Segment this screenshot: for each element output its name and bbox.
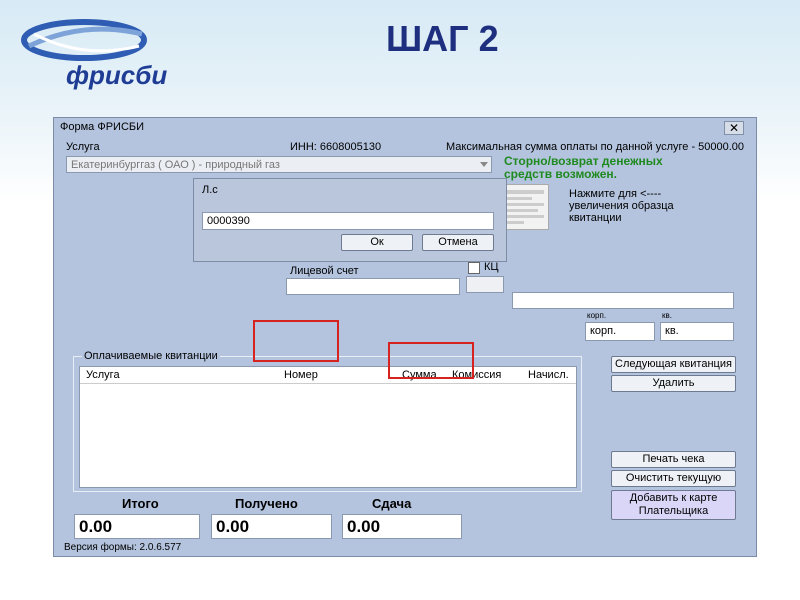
close-icon[interactable]: ✕ [724, 121, 744, 135]
service-value: Екатеринбурггаз ( ОАО ) - природный газ [71, 159, 280, 171]
table-header: Услуга Номер Сумма Комиссия Начисл. [80, 367, 576, 384]
kv-field[interactable]: кв. [660, 322, 734, 341]
max-sum-text: Максимальная сумма оплаты по данной услу… [446, 141, 745, 153]
address-field[interactable] [512, 292, 734, 309]
total-label: Итого [122, 496, 159, 511]
received-field[interactable]: 0.00 [211, 514, 332, 539]
kc-checkbox[interactable] [468, 262, 480, 274]
column-header[interactable]: Начисл. [528, 369, 569, 381]
account-field[interactable] [286, 278, 460, 295]
korp-small-label: корп. [587, 311, 607, 320]
version-text: Версия формы: 2.0.6.577 [64, 542, 182, 553]
received-label: Получено [235, 496, 298, 511]
delete-button[interactable]: Удалить [611, 375, 736, 392]
service-label: Услуга [66, 141, 100, 153]
receipts-table[interactable]: Услуга Номер Сумма Комиссия Начисл. [79, 366, 577, 488]
clear-current-button[interactable]: Очистить текущую [611, 470, 736, 487]
logo-text: фрисби [66, 60, 168, 90]
window-title: Форма ФРИСБИ [60, 121, 145, 133]
receipts-group-label: Оплачиваемые квитанции [82, 350, 220, 362]
total-value: 0.00 [74, 514, 200, 539]
change-label: Сдача [372, 496, 412, 511]
dialog-input[interactable]: 0000390 [202, 212, 494, 230]
cancel-button[interactable]: Отмена [422, 234, 494, 251]
receipt-hint: Нажмите для <---- увеличения образца кви… [569, 188, 674, 224]
service-combobox[interactable]: Екатеринбурггаз ( ОАО ) - природный газ [66, 156, 492, 173]
column-header[interactable]: Услуга [86, 369, 120, 381]
chevron-down-icon[interactable] [480, 162, 488, 168]
input-highlight [253, 320, 339, 362]
dialog-title: Л.с [202, 184, 218, 196]
print-receipt-button[interactable]: Печать чека [611, 451, 736, 468]
slide-title: ШАГ 2 [386, 18, 499, 59]
ok-highlight [388, 342, 474, 379]
kc-label: КЦ [484, 261, 499, 273]
kv-small-label: кв. [662, 311, 672, 320]
add-to-card-button[interactable]: Добавить к карте Плательщика [611, 490, 736, 520]
inn-text: ИНН: 6608005130 [290, 141, 382, 153]
change-value: 0.00 [342, 514, 462, 539]
account-dialog: Л.с 0000390 Ок Отмена [193, 178, 507, 262]
account-label: Лицевой счет [290, 265, 359, 277]
next-receipt-button[interactable]: Следующая квитанция [611, 356, 736, 373]
refund-text: Сторно/возврат денежных средств возможен… [504, 154, 663, 181]
column-header[interactable]: Номер [284, 369, 318, 381]
kc-field[interactable] [466, 276, 504, 293]
ok-button[interactable]: Ок [341, 234, 413, 251]
korp-field[interactable]: корп. [585, 322, 655, 341]
